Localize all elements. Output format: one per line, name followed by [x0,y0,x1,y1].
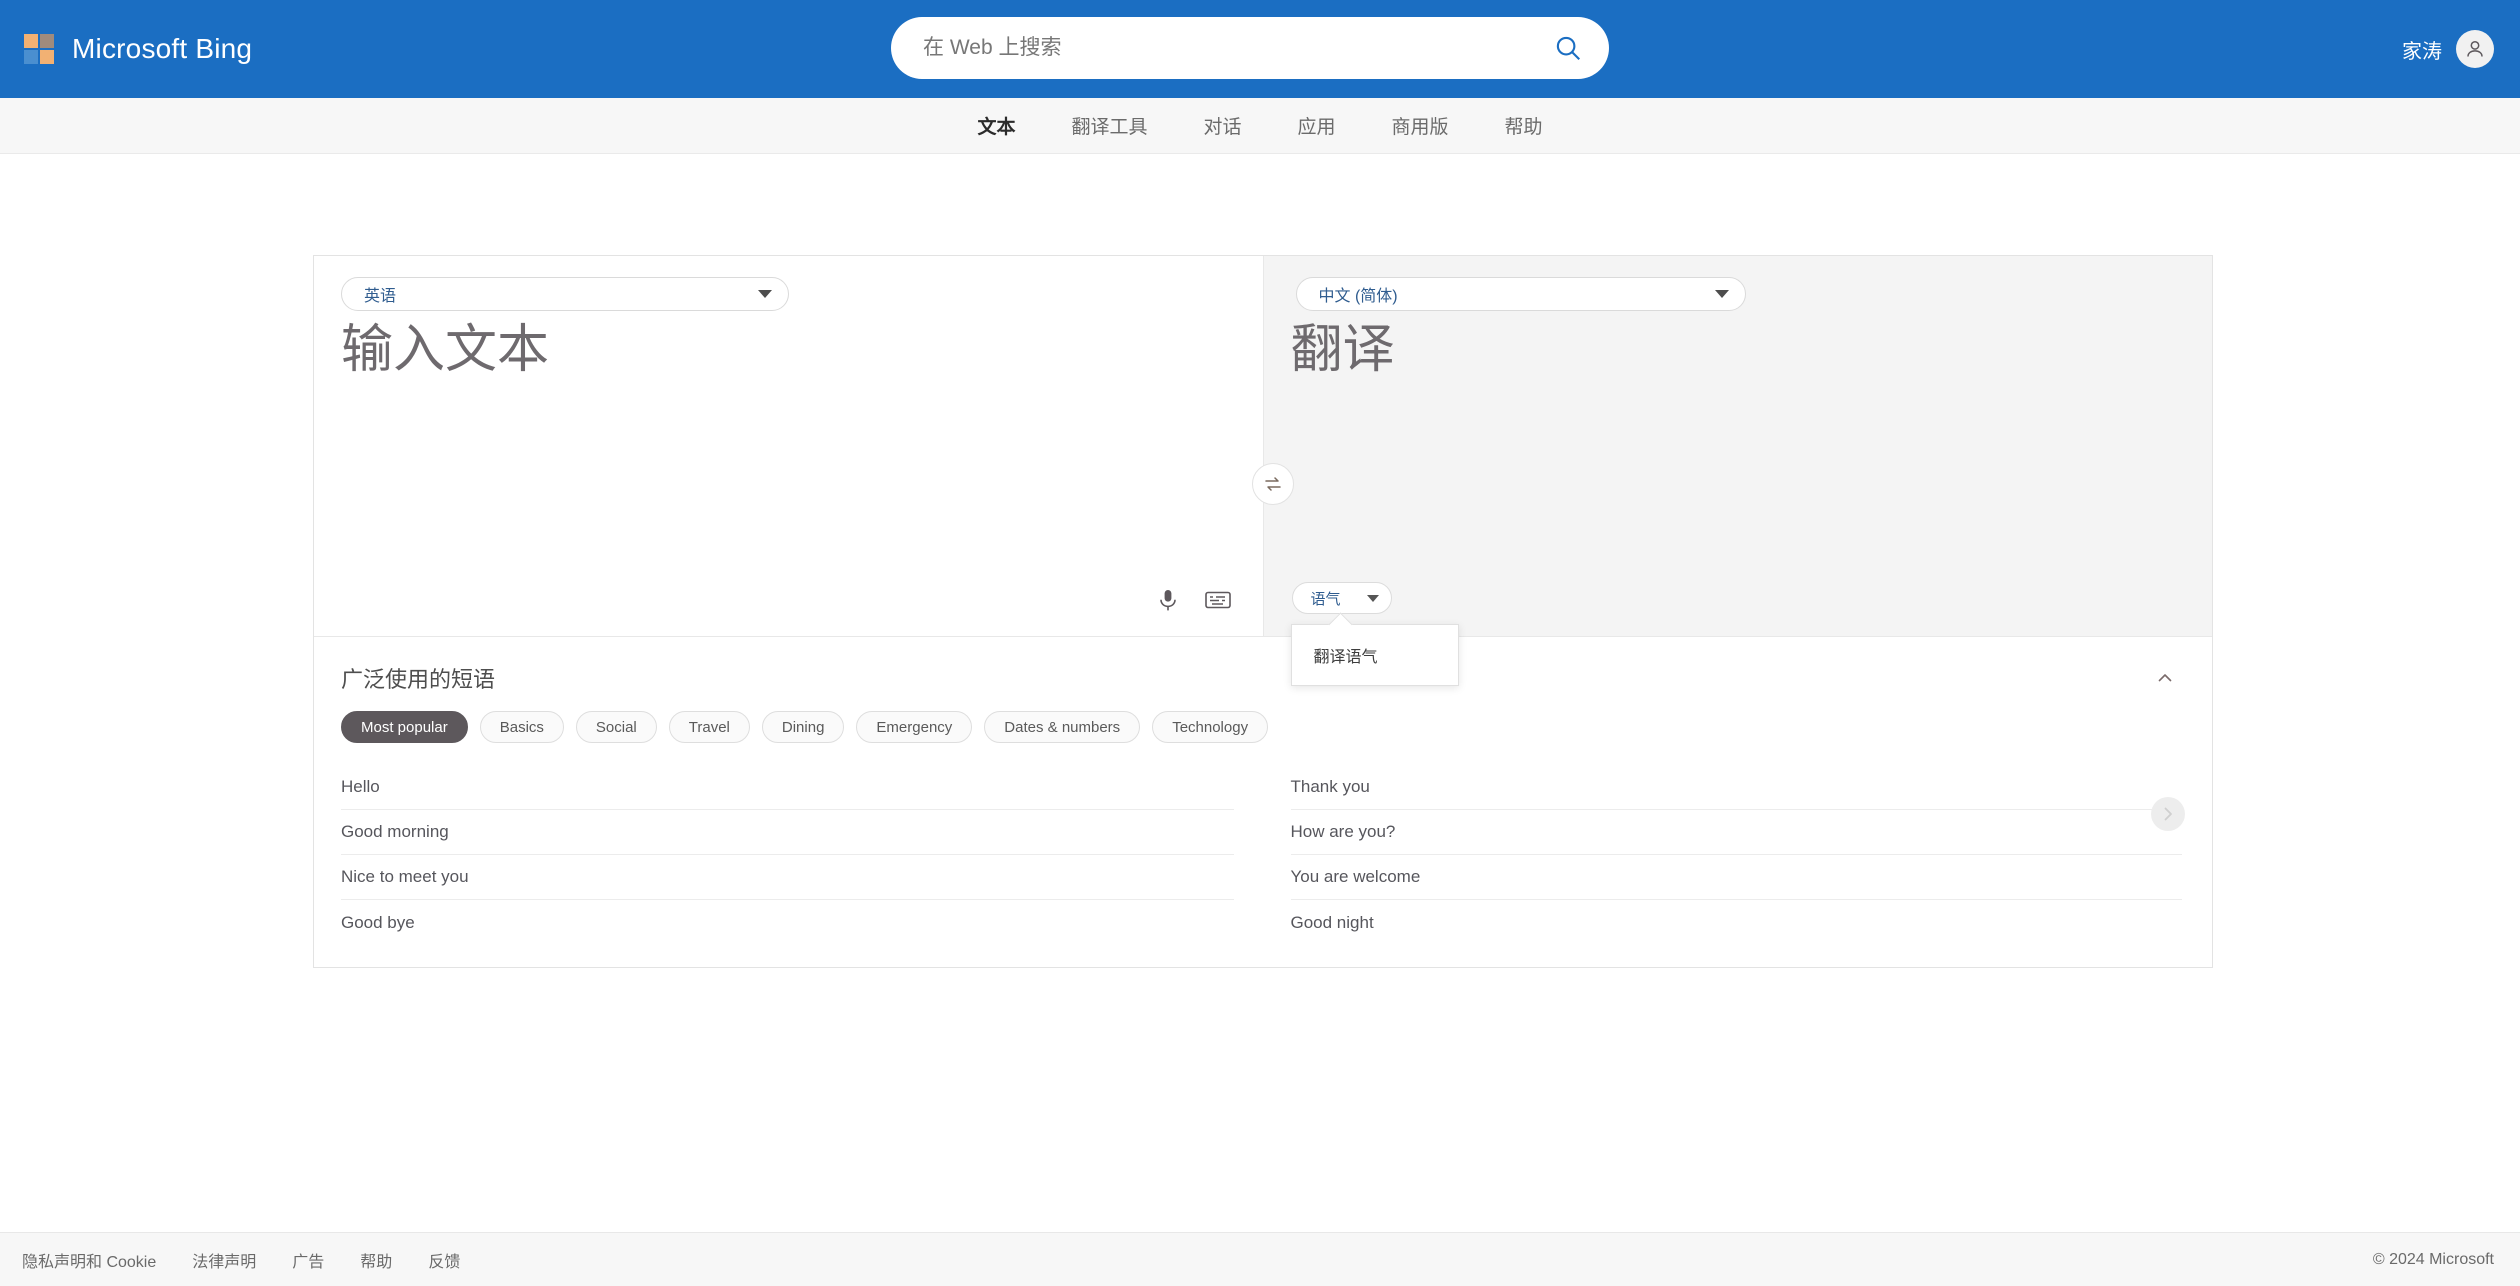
person-icon[interactable] [2456,30,2494,68]
page-body: 英语 输入文本 [0,154,2520,1286]
swap-arrows-icon [1263,474,1283,494]
target-placeholder: 翻译 [1291,318,1395,383]
target-pane: 中文 (简体) 翻译 语气 翻译语气 [1264,256,2213,636]
microphone-icon[interactable] [1157,588,1179,612]
target-language-label: 中文 (简体) [1319,282,1705,306]
phrases-title: 广泛使用的短语 [341,662,495,694]
nav-item-business[interactable]: 商用版 [1388,106,1453,145]
phrase-list-source: Hello Good morning Nice to meet you Good… [314,765,1264,945]
tone-dropdown[interactable]: 语气 [1292,582,1392,614]
next-categories-button[interactable] [2151,797,2185,831]
translator-panes: 英语 输入文本 [314,256,2212,636]
list-item[interactable]: How are you? [1291,810,2183,855]
category-chip-travel[interactable]: Travel [669,711,750,743]
account-menu[interactable]: 家涛 [2402,30,2494,68]
category-chip-social[interactable]: Social [576,711,657,743]
footer-links: 隐私声明和 Cookie 法律声明 广告 帮助 反馈 [22,1248,460,1272]
list-item[interactable]: You are welcome [1291,855,2183,900]
source-language-label: 英语 [364,282,748,306]
list-item[interactable]: Nice to meet you [341,855,1234,900]
account-name: 家涛 [2402,35,2442,64]
common-phrases-section: 广泛使用的短语 Most popular Basics Social Trave… [314,636,2212,967]
nav-item-apps[interactable]: 应用 [1294,106,1340,145]
phrases-header: 广泛使用的短语 [314,637,2212,695]
nav-item-translation-tools[interactable]: 翻译工具 [1067,106,1151,145]
category-chip-basics[interactable]: Basics [480,711,564,743]
chevron-down-icon [758,290,772,298]
footer-link-privacy[interactable]: 隐私声明和 Cookie [22,1248,156,1272]
list-item[interactable]: Hello [341,765,1234,810]
tone-label: 语气 [1311,588,1363,609]
bing-logo-icon [24,34,54,64]
category-chip-technology[interactable]: Technology [1152,711,1268,743]
translator-card: 英语 输入文本 [313,255,2213,968]
category-chip-dining[interactable]: Dining [762,711,845,743]
swap-languages-button[interactable] [1252,463,1294,505]
source-pane: 英语 输入文本 [314,256,1264,636]
tone-popup[interactable]: 翻译语气 [1291,624,1459,686]
source-placeholder: 输入文本 [341,318,549,383]
source-input-tools [1157,588,1231,612]
bing-brand-link[interactable]: Microsoft Bing [24,33,252,65]
chevron-up-icon [2155,668,2175,688]
list-item[interactable]: Good morning [341,810,1234,855]
target-language-dropdown[interactable]: 中文 (简体) [1296,277,1746,311]
page-footer: 隐私声明和 Cookie 法律声明 广告 帮助 反馈 © 2024 Micros… [0,1232,2520,1286]
category-chip-dates-numbers[interactable]: Dates & numbers [984,711,1140,743]
source-language-dropdown[interactable]: 英语 [341,277,789,311]
keyboard-icon[interactable] [1205,590,1231,610]
tone-popup-text: 翻译语气 [1314,643,1378,667]
category-chip-emergency[interactable]: Emergency [856,711,972,743]
top-header: Microsoft Bing 家涛 [0,0,2520,98]
copyright-text: © 2024 Microsoft [2373,1251,2494,1269]
search-input[interactable] [921,35,1553,61]
list-item[interactable]: Good night [1291,900,2183,945]
search-icon[interactable] [1553,33,1583,63]
phrase-list-target: Thank you How are you? You are welcome G… [1264,765,2213,945]
phrase-lists: Hello Good morning Nice to meet you Good… [314,765,2212,945]
nav-item-text[interactable]: 文本 [973,106,1019,145]
footer-link-advertise[interactable]: 广告 [292,1248,324,1272]
chevron-down-icon [1715,290,1729,298]
list-item[interactable]: Thank you [1291,765,2183,810]
list-item[interactable]: Good bye [341,900,1234,945]
brand-name: Microsoft Bing [72,33,252,65]
chevron-down-icon [1367,595,1379,602]
tone-control: 语气 翻译语气 [1292,582,1392,614]
category-chip-most-popular[interactable]: Most popular [341,711,468,743]
search-area [891,17,1609,79]
footer-link-feedback[interactable]: 反馈 [428,1248,460,1272]
phrase-categories: Most popular Basics Social Travel Dining… [314,695,2212,743]
chevron-right-icon [2159,805,2177,823]
nav-item-help[interactable]: 帮助 [1501,106,1547,145]
main-nav: 文本 翻译工具 对话 应用 商用版 帮助 [0,98,2520,154]
nav-item-conversation[interactable]: 对话 [1199,106,1245,145]
collapse-phrases-button[interactable] [2148,661,2182,695]
footer-link-help[interactable]: 帮助 [360,1248,392,1272]
search-box[interactable] [891,17,1609,79]
footer-link-legal[interactable]: 法律声明 [192,1248,256,1272]
